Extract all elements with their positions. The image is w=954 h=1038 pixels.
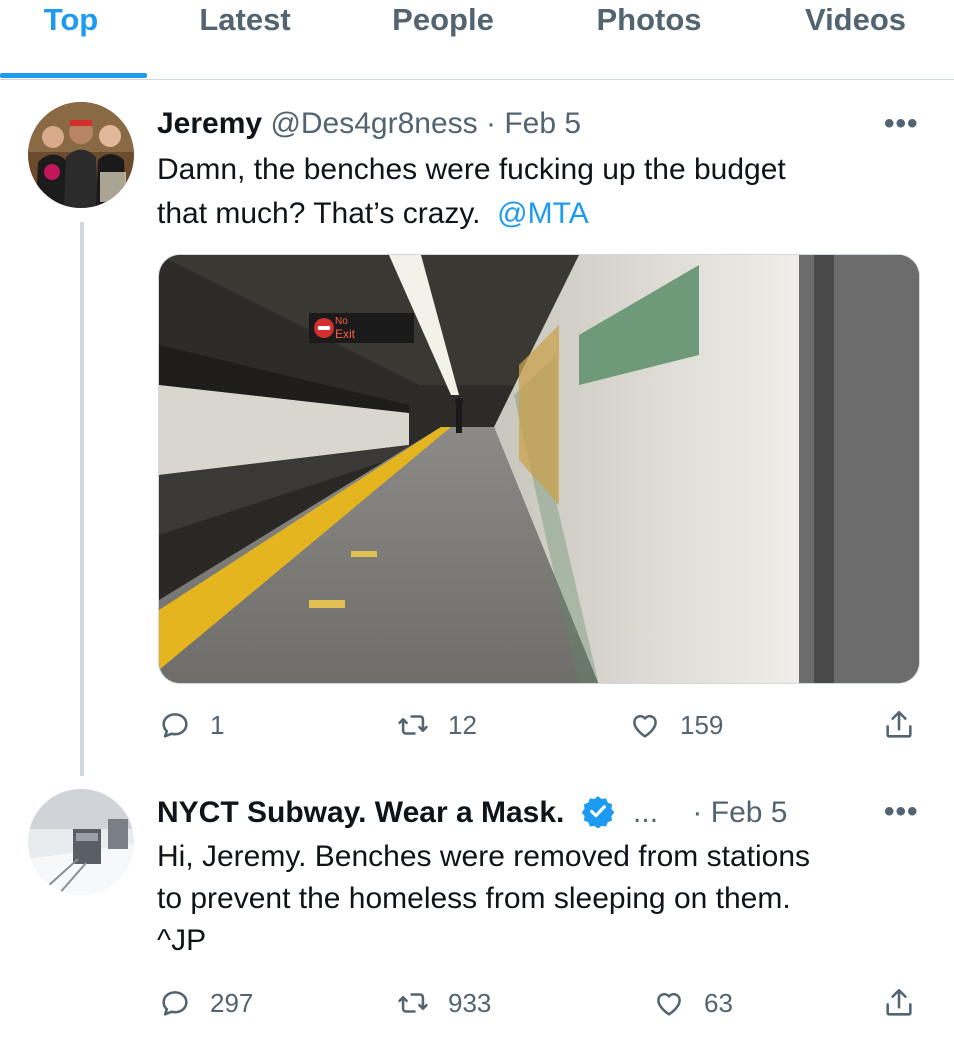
reply-button[interactable]: 1 bbox=[158, 702, 224, 748]
tweet-date[interactable]: Feb 5 bbox=[504, 107, 581, 140]
like-count: 63 bbox=[704, 987, 733, 1018]
thread-connector bbox=[80, 222, 84, 776]
retweet-button[interactable]: 12 bbox=[396, 702, 477, 748]
separator: · bbox=[692, 796, 703, 829]
share-button[interactable] bbox=[882, 980, 916, 1026]
tweet-actions: 1 12 159 bbox=[0, 702, 954, 748]
tweet-text-line: Hi, Jeremy. Benches were removed from st… bbox=[157, 840, 811, 873]
tweet-text-line: Damn, the benches were fucking up the bu… bbox=[157, 153, 786, 186]
share-button[interactable] bbox=[882, 702, 916, 748]
tweet-photo[interactable]: No Exit bbox=[158, 254, 920, 684]
tweet-text-line: ^JP bbox=[157, 924, 207, 957]
separator: · bbox=[486, 107, 496, 140]
tab-people[interactable]: People bbox=[365, 0, 521, 42]
tab-photos[interactable]: Photos bbox=[575, 0, 723, 42]
reply-icon bbox=[162, 713, 188, 738]
tweet-text-segment: that much? That’s crazy. bbox=[157, 197, 481, 230]
retweet-button[interactable]: 933 bbox=[396, 980, 491, 1026]
tweet-text: Hi, Jeremy. Benches were removed from st… bbox=[157, 836, 810, 962]
display-name[interactable]: NYCT Subway. Wear a Mask. bbox=[157, 796, 564, 829]
search-tabs: Top Latest People Photos Videos bbox=[0, 0, 954, 80]
more-options-icon[interactable]: ••• bbox=[884, 797, 919, 827]
reply-button[interactable]: 297 bbox=[158, 980, 253, 1026]
reply-count: 1 bbox=[210, 709, 225, 740]
like-button[interactable]: 159 bbox=[628, 702, 723, 748]
retweet-count: 12 bbox=[448, 709, 477, 740]
avatar[interactable] bbox=[28, 789, 134, 895]
tab-videos[interactable]: Videos bbox=[783, 0, 928, 42]
tweet-date[interactable]: Feb 5 bbox=[711, 796, 788, 829]
truncated-handle: ... bbox=[633, 796, 659, 829]
share-icon bbox=[886, 710, 912, 738]
tweet-text-line: that much? That’s crazy. @MTA bbox=[157, 192, 786, 236]
retweet-count: 933 bbox=[448, 987, 492, 1018]
retweet-icon bbox=[398, 715, 428, 735]
like-icon bbox=[633, 714, 657, 738]
mention-link[interactable]: @MTA bbox=[497, 197, 589, 230]
like-icon bbox=[657, 992, 681, 1016]
like-count: 159 bbox=[680, 709, 724, 740]
retweet-icon bbox=[398, 993, 428, 1013]
sign-no-text: No bbox=[335, 316, 348, 327]
more-options-icon[interactable]: ••• bbox=[884, 109, 919, 139]
handle[interactable]: @Des4gr8ness bbox=[270, 107, 477, 140]
avatar[interactable] bbox=[28, 102, 134, 208]
display-name[interactable]: Jeremy bbox=[157, 107, 262, 140]
tweet-header: NYCT Subway. Wear a Mask. ... · Feb 5 bbox=[157, 794, 787, 831]
verified-badge-icon bbox=[581, 796, 614, 828]
tab-top[interactable]: Top bbox=[0, 0, 142, 42]
tab-latest[interactable]: Latest bbox=[170, 0, 320, 42]
like-button[interactable]: 63 bbox=[652, 980, 733, 1026]
tweet-header: Jeremy @Des4gr8ness · Feb 5 bbox=[157, 106, 581, 142]
tweet-actions: 297 933 63 bbox=[0, 980, 954, 1026]
reply-count: 297 bbox=[210, 987, 254, 1018]
active-tab-indicator bbox=[0, 73, 147, 78]
tweet-text-line: to prevent the homeless from sleeping on… bbox=[157, 882, 791, 915]
tweet-text: Damn, the benches were fucking up the bu… bbox=[157, 148, 786, 236]
sign-exit-text: Exit bbox=[335, 327, 356, 341]
share-icon bbox=[886, 988, 912, 1016]
reply-icon bbox=[162, 991, 188, 1016]
